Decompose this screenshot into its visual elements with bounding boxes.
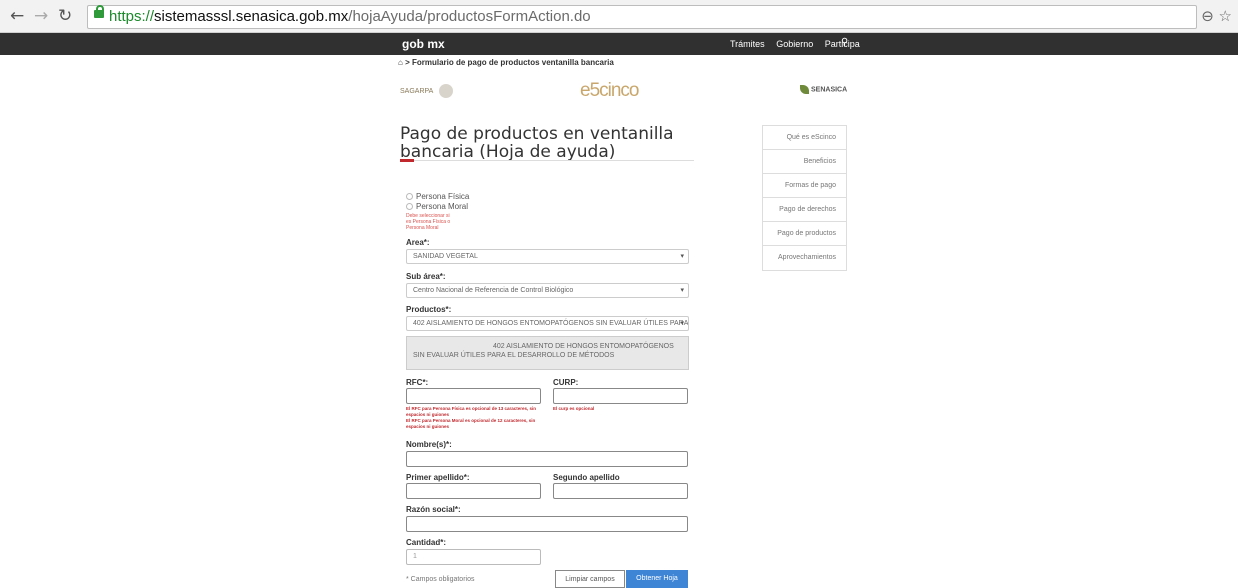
nombre-label: Nombre(s)*:	[406, 440, 452, 449]
gob-header: gob mx Trámites Gobierno Participa ⚲	[0, 33, 1238, 55]
toolbar-icons: ⊖ ☆	[1201, 7, 1232, 25]
side-menu-item-beneficios[interactable]: Beneficios	[763, 150, 846, 174]
sagarpa-logo: SAGARPA	[400, 84, 454, 98]
submit-button[interactable]: Obtener Hoja	[626, 570, 688, 588]
primer-apellido-label: Primer apellido*:	[406, 473, 470, 482]
nav-tramites[interactable]: Trámites	[730, 39, 765, 49]
persona-error: Debe seleccionar si es Persona Física o …	[406, 213, 451, 231]
productos-select[interactable]: 402 AISLAMIENTO DE HONGOS ENTOMOPATÓGENO…	[406, 316, 689, 331]
title-divider	[400, 159, 694, 162]
star-icon[interactable]: ☆	[1219, 7, 1232, 25]
productos-label: Productos*:	[406, 305, 452, 314]
cantidad-input[interactable]: 1	[406, 549, 541, 565]
side-menu-item-pago-derechos[interactable]: Pago de derechos	[763, 198, 846, 222]
rfc-hint-1: El RFC para Persona Física es opcional d…	[406, 406, 537, 417]
producto-description: 402 AISLAMIENTO DE HONGOS ENTOMOPATÓGENO…	[406, 336, 689, 370]
search-icon[interactable]: ⚲	[841, 37, 848, 48]
radio-persona-fisica[interactable]: Persona Física	[406, 192, 469, 201]
primer-apellido-input[interactable]	[406, 483, 541, 499]
side-menu-item-aprovechamientos[interactable]: Aprovechamientos	[763, 246, 846, 270]
rfc-hint-2: El RFC para Persona Moral es opcional de…	[406, 418, 536, 429]
page-title: Pago de productos en ventanilla bancaria…	[400, 124, 674, 162]
clear-button[interactable]: Limpiar campos	[555, 570, 625, 588]
arrow-left-icon[interactable]: ←	[10, 6, 24, 26]
browser-toolbar: ← → ↻ https://sistemasssl.senasica.gob.m…	[0, 0, 1238, 33]
senasica-logo: SENASICA	[800, 85, 847, 94]
zoom-icon[interactable]: ⊖	[1201, 7, 1214, 25]
gob-logo[interactable]: gob mx	[402, 37, 445, 51]
curp-label: CURP:	[553, 378, 579, 387]
reload-icon[interactable]: ↻	[58, 6, 72, 26]
required-note: * Campos obligatorios	[406, 576, 475, 583]
rfc-input[interactable]	[406, 388, 541, 404]
arrow-right-icon[interactable]: →	[34, 6, 48, 26]
ecinco-logo: e5cinco	[580, 80, 639, 101]
curp-hint: El curp es opcional	[553, 406, 595, 411]
side-menu-item-pago-productos[interactable]: Pago de productos	[763, 222, 846, 246]
radio-circle-icon	[406, 193, 413, 201]
curp-input[interactable]	[553, 388, 688, 404]
nombre-input[interactable]	[406, 451, 688, 467]
side-menu-item-que-es[interactable]: Qué es eScinco	[763, 126, 846, 150]
segundo-apellido-label: Segundo apellido	[553, 473, 620, 482]
area-label: Area*:	[406, 238, 430, 247]
nav-gobierno[interactable]: Gobierno	[776, 39, 813, 49]
razon-social-input[interactable]	[406, 516, 688, 532]
radio-circle-icon	[406, 203, 413, 211]
subarea-label: Sub área*:	[406, 272, 446, 281]
side-menu: Qué es eScinco Beneficios Formas de pago…	[762, 125, 847, 271]
area-select[interactable]: SANIDAD VEGETAL	[406, 249, 689, 264]
home-icon[interactable]: ⌂	[398, 58, 403, 67]
segundo-apellido-input[interactable]	[553, 483, 688, 499]
breadcrumb: ⌂ > Formulario de pago de productos vent…	[398, 58, 614, 67]
subarea-select[interactable]: Centro Nacional de Referencia de Control…	[406, 283, 689, 298]
rfc-label: RFC*:	[406, 378, 429, 387]
razon-social-label: Razón social*:	[406, 505, 461, 514]
address-bar[interactable]: https://sistemasssl.senasica.gob.mx/hoja…	[87, 5, 1197, 29]
side-menu-item-formas-pago[interactable]: Formas de pago	[763, 174, 846, 198]
breadcrumb-text[interactable]: > Formulario de pago de productos ventan…	[405, 58, 614, 67]
radio-persona-moral[interactable]: Persona Moral	[406, 202, 468, 211]
url-text: https://sistemasssl.senasica.gob.mx/hoja…	[109, 8, 591, 25]
lock-icon	[94, 5, 104, 18]
cantidad-label: Cantidad*:	[406, 538, 446, 547]
